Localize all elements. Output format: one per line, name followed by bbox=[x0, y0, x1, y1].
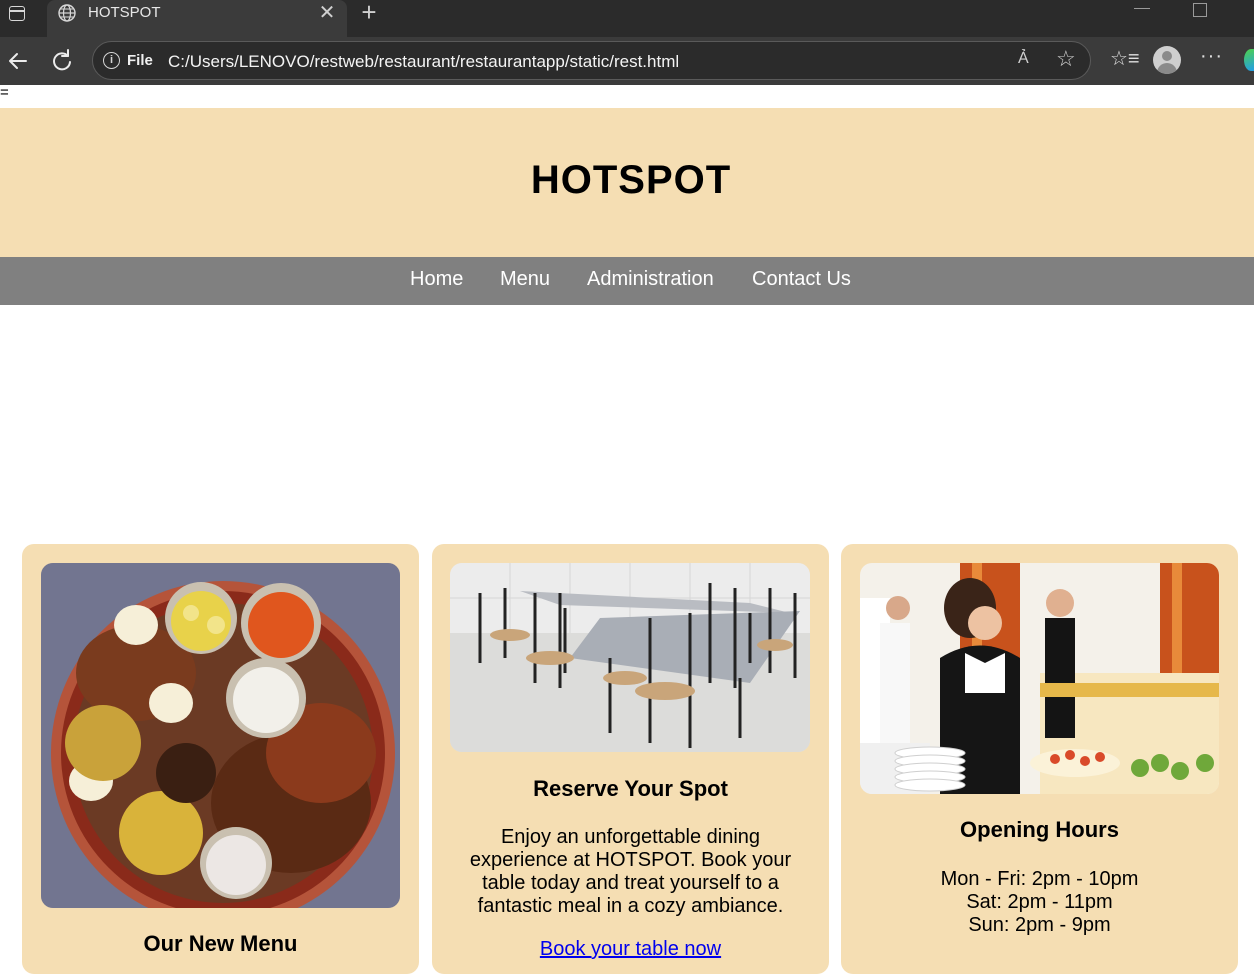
minimize-window-icon[interactable] bbox=[1134, 8, 1150, 9]
menu-card-heading: Our New Menu bbox=[143, 931, 298, 956]
food-platter-image bbox=[41, 563, 400, 908]
reserve-text-line: experience at HOTSPOT. Book your bbox=[469, 849, 792, 871]
stray-text: = bbox=[0, 84, 9, 101]
maximize-window-icon[interactable] bbox=[1193, 3, 1207, 17]
hours-saturday: Sat: 2pm - 11pm bbox=[966, 891, 1113, 913]
refresh-icon[interactable] bbox=[46, 46, 78, 76]
reserve-card-heading: Reserve Your Spot bbox=[533, 776, 728, 801]
favorite-star-icon[interactable]: ☆ bbox=[1056, 46, 1076, 72]
tab-actions-icon[interactable] bbox=[6, 3, 28, 25]
hours-card-heading: Opening Hours bbox=[960, 817, 1119, 842]
tab-title: HOTSPOT bbox=[88, 4, 161, 21]
book-table-link[interactable]: Book your table now bbox=[432, 938, 829, 961]
dining-tables-image bbox=[450, 563, 810, 752]
browser-tab-bar: HOTSPOT ✕ + bbox=[0, 0, 1254, 37]
hours-sunday: Sun: 2pm - 9pm bbox=[968, 914, 1111, 936]
site-title: HOTSPOT bbox=[530, 158, 732, 202]
file-scheme-label: File bbox=[127, 52, 153, 69]
main-nav: Home Menu Administration Contact Us bbox=[0, 257, 1254, 305]
more-options-icon[interactable]: ··· bbox=[1200, 45, 1223, 68]
reserve-card-description: Enjoy an unforgettable dining experience… bbox=[432, 826, 829, 918]
menu-card: Our New Menu bbox=[22, 544, 419, 974]
reserve-text-line: Enjoy an unforgettable dining bbox=[500, 826, 761, 848]
close-tab-icon[interactable]: ✕ bbox=[315, 1, 339, 25]
waitress-buffet-image bbox=[860, 563, 1219, 794]
copilot-icon[interactable] bbox=[1244, 49, 1254, 71]
reserve-card: Reserve Your Spot Enjoy an unforgettable… bbox=[432, 544, 829, 974]
hours-list: Mon - Fri: 2pm - 10pm Sat: 2pm - 11pm Su… bbox=[841, 868, 1238, 937]
nav-contact-link[interactable]: Contact Us bbox=[752, 268, 851, 291]
site-info-icon[interactable]: i bbox=[103, 52, 120, 69]
back-arrow-icon[interactable] bbox=[2, 46, 34, 76]
favorites-list-icon[interactable]: ☆≡ bbox=[1110, 46, 1140, 71]
nav-home-link[interactable]: Home bbox=[410, 268, 463, 291]
hours-card: Opening Hours Mon - Fri: 2pm - 10pm Sat:… bbox=[841, 544, 1238, 974]
site-header: HOTSPOT bbox=[0, 108, 1254, 257]
nav-administration-link[interactable]: Administration bbox=[587, 268, 714, 291]
url-text[interactable]: C:/Users/LENOVO/restweb/restaurant/resta… bbox=[168, 52, 679, 72]
reserve-text-line: fantastic meal in a cozy ambiance. bbox=[477, 895, 784, 917]
address-bar[interactable]: i File C:/Users/LENOVO/restweb/restauran… bbox=[92, 41, 1091, 80]
globe-icon bbox=[58, 4, 76, 22]
nav-menu-link[interactable]: Menu bbox=[500, 268, 550, 291]
read-aloud-icon[interactable]: Ả bbox=[1018, 50, 1029, 68]
new-tab-icon[interactable]: + bbox=[356, 0, 382, 26]
browser-tab[interactable]: HOTSPOT ✕ bbox=[47, 0, 347, 37]
hours-weekday: Mon - Fri: 2pm - 10pm bbox=[940, 868, 1139, 890]
profile-avatar-icon[interactable] bbox=[1153, 46, 1181, 74]
reserve-text-line: table today and treat yourself to a bbox=[482, 872, 779, 894]
browser-toolbar: i File C:/Users/LENOVO/restweb/restauran… bbox=[0, 37, 1254, 85]
